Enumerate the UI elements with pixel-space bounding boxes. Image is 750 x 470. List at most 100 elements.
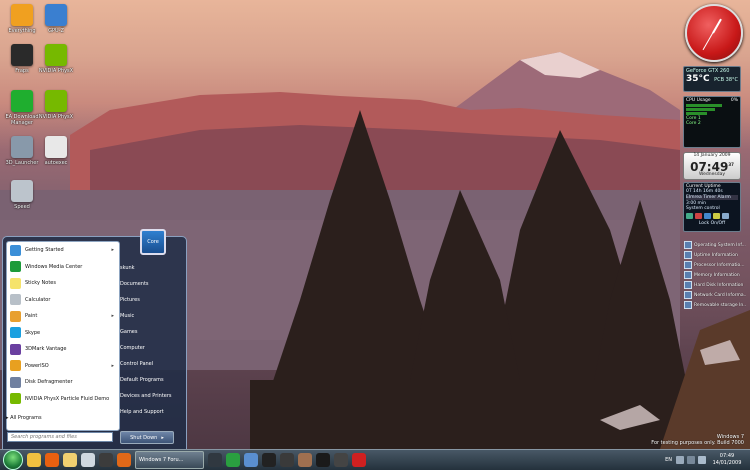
tray-icon-1[interactable] (676, 456, 684, 464)
system-info-item[interactable]: Processor Informatio... (684, 260, 746, 270)
nvidia-icon (45, 44, 67, 66)
date-time-gadget[interactable]: 14 January 2009 07:4937 Wednesday (683, 152, 741, 180)
gpu-temperature-gadget[interactable]: GeForce GTX 260 35°C PCB 38°C (683, 66, 741, 92)
info-icon (684, 281, 692, 289)
start-menu-item[interactable]: 3DMark Vantage (7, 341, 119, 358)
media-player-icon (45, 453, 59, 467)
system-info-item[interactable]: Uptime Information (684, 250, 746, 260)
taskbar-button[interactable] (81, 452, 95, 468)
start-menu-place[interactable]: Games (120, 324, 182, 340)
start-orb-button[interactable] (3, 450, 23, 470)
taskbar-button[interactable] (262, 452, 276, 468)
taskbar-button[interactable] (352, 452, 366, 468)
system-info-list: Operating System Inf... Uptime Informatio… (684, 240, 746, 310)
restart-icon[interactable] (695, 213, 702, 219)
program-icon (10, 327, 21, 339)
program-icon (10, 244, 21, 256)
system-info-item[interactable]: Operating System Inf... (684, 240, 746, 250)
start-menu-item[interactable]: Paint ▸ (7, 308, 119, 325)
taskbar-button[interactable] (244, 452, 258, 468)
desktop-icon[interactable]: autoexec (38, 136, 74, 166)
start-menu-item[interactable]: Sticky Notes (7, 275, 119, 292)
desktop-icon-label: Everything (8, 28, 36, 34)
taskbar-button[interactable] (208, 452, 222, 468)
start-menu-place[interactable]: Computer (120, 340, 182, 356)
desktop-icon-label: GPU-Z (48, 28, 64, 34)
taskbar-button[interactable] (226, 452, 240, 468)
start-menu-item[interactable]: Getting Started ▸ (7, 242, 119, 259)
desktop-icon[interactable]: 3D_Launcher (4, 136, 40, 166)
uptime-gadget[interactable]: Current Uptime 0T 14h 16m 40s Elmrea Tim… (683, 182, 741, 232)
opera-icon (352, 453, 366, 467)
logoff-icon[interactable] (704, 213, 711, 219)
start-menu-item[interactable]: Windows Media Center (7, 259, 119, 276)
submenu-arrow-icon[interactable]: ▸ (111, 313, 114, 319)
uptime-tabs[interactable]: Elmrea Timer Alarm (686, 195, 738, 200)
taskbar-button[interactable] (63, 452, 77, 468)
shutdown-arrow-icon[interactable]: ▸ (161, 435, 164, 441)
sleep-icon[interactable] (722, 213, 729, 219)
program-icon (10, 376, 21, 388)
start-menu-place[interactable]: Documents (120, 276, 182, 292)
taskbar-button[interactable] (45, 452, 59, 468)
desktop-icon[interactable]: GPU-Z (38, 4, 74, 34)
cpu-title: CPU Usage (686, 98, 711, 103)
desktop-icon[interactable]: NVIDIA PhysX (38, 90, 74, 120)
taskbar-button[interactable] (99, 452, 113, 468)
start-menu-item[interactable]: Disk Defragmenter (7, 374, 119, 391)
system-info-item[interactable]: Removable storage In... (684, 300, 746, 310)
submenu-arrow-icon[interactable]: ▸ (111, 363, 114, 369)
taskbar-button[interactable] (298, 452, 312, 468)
desktop-icon[interactable]: Speed (4, 180, 40, 210)
ea-icon (11, 90, 33, 112)
start-menu-place[interactable]: Control Panel (120, 356, 182, 372)
taskbar-window-button[interactable]: Windows 7 Foru... (135, 451, 204, 469)
start-menu-item-label: Paint (25, 313, 38, 320)
shutdown-button[interactable]: Shut Down ▸ (120, 431, 174, 444)
analog-clock-gadget[interactable] (685, 4, 743, 62)
network-icon[interactable] (687, 456, 695, 464)
start-menu-item-label: Windows Media Center (25, 263, 83, 270)
taskbar-clock[interactable]: 07:49 14/01/2009 (710, 453, 744, 467)
start-menu-item-label: 3DMark Vantage (25, 346, 67, 353)
start-menu-item[interactable]: NVIDIA PhysX Particle Fluid Demo (7, 391, 119, 408)
taskbar-button[interactable] (334, 452, 348, 468)
start-menu-place[interactable]: Help and Support (120, 404, 182, 420)
desktop-icon[interactable]: EA Download Manager (4, 90, 40, 126)
start-menu-place[interactable]: Default Programs (120, 372, 182, 388)
taskbar-button[interactable] (280, 452, 294, 468)
start-search-input[interactable]: Search programs and files (7, 432, 113, 442)
system-info-item[interactable]: Network Card Informa... (684, 290, 746, 300)
start-menu-item[interactable]: PowerISO ▸ (7, 358, 119, 375)
start-menu-place[interactable]: skunk (120, 260, 182, 276)
all-programs[interactable]: ▸ All Programs (6, 415, 42, 421)
start-menu-item[interactable]: Skype (7, 325, 119, 342)
taskbar-button[interactable] (27, 452, 41, 468)
system-info-label: Memory Information (694, 272, 740, 278)
start-menu-item[interactable]: Calculator (7, 292, 119, 309)
start-menu-item-label: Calculator (25, 296, 51, 303)
start-menu-place[interactable]: Pictures (120, 292, 182, 308)
start-menu-place[interactable]: Devices and Printers (120, 388, 182, 404)
taskbar-button[interactable] (316, 452, 330, 468)
system-info-item[interactable]: Memory Information (684, 270, 746, 280)
language-indicator[interactable]: EN (665, 457, 672, 463)
system-info-label: Processor Informatio... (694, 262, 745, 268)
info-icon (684, 301, 692, 309)
submenu-arrow-icon[interactable]: ▸ (111, 247, 114, 253)
lock-icon[interactable] (713, 213, 720, 219)
desktop-icon[interactable]: Everything (4, 4, 40, 34)
program-icon (10, 310, 21, 322)
uptime-control[interactable]: System control (686, 206, 738, 211)
uptime-footer[interactable]: Lock On/Off (686, 221, 738, 226)
start-menu-place[interactable]: Music (120, 308, 182, 324)
desktop-icon[interactable]: NVIDIA PhysX (38, 44, 74, 74)
cpu-usage-gadget[interactable]: CPU Usage 0% Core 1 Core 2 (683, 96, 741, 148)
system-info-label: Operating System Inf... (694, 242, 746, 248)
desktop-icon[interactable]: Fraps (4, 44, 40, 74)
system-info-item[interactable]: Hard Disk Information (684, 280, 746, 290)
volume-icon[interactable] (698, 456, 706, 464)
power-icon[interactable] (686, 213, 693, 219)
windows-explorer-icon (27, 453, 41, 467)
taskbar-button[interactable] (117, 452, 131, 468)
